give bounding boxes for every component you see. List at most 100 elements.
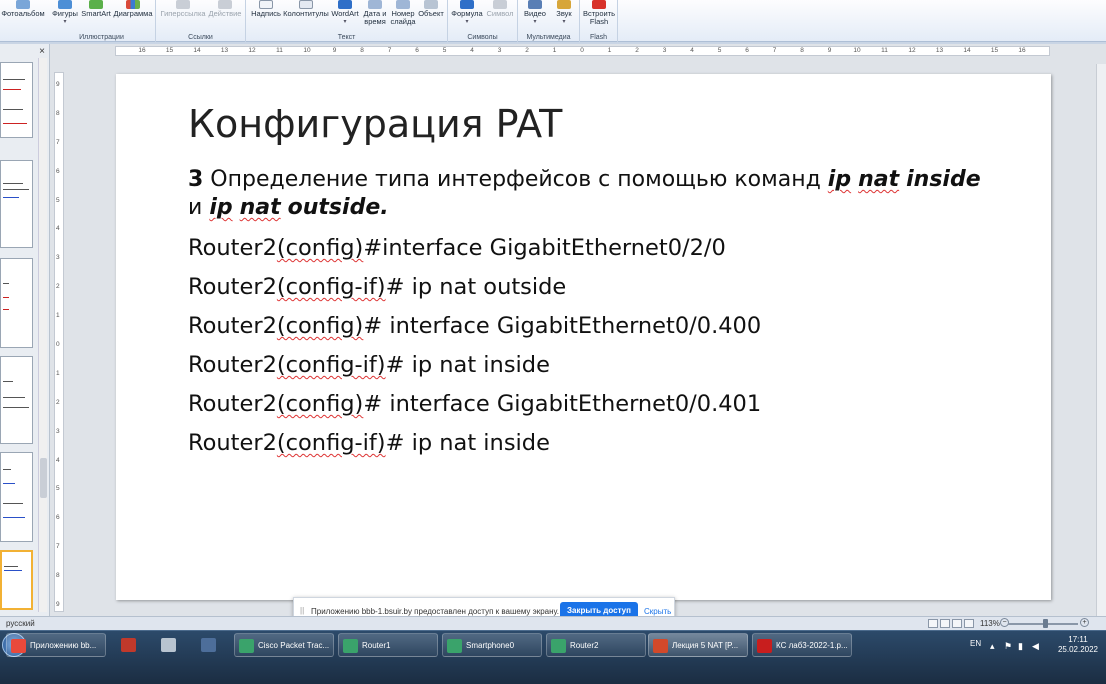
thumbnails-scrollbar[interactable] [38, 58, 47, 612]
pi-icon [460, 0, 474, 9]
vertical-scrollbar[interactable] [1096, 64, 1106, 616]
symbol-button[interactable]: Символ [484, 0, 516, 18]
ruler-tick-label: 5 [442, 47, 447, 54]
ruler-tick-label: 3 [662, 47, 667, 54]
slide-body[interactable]: 3 Определение типа интерфейсов с помощью… [188, 166, 1008, 456]
taskbar-button[interactable]: Приложению bb... [6, 633, 106, 657]
ruler-tick-label: 9 [56, 81, 60, 88]
slide-thumbnail[interactable] [0, 160, 33, 248]
volume-icon[interactable]: ◀ [1032, 641, 1039, 652]
photo-album-button[interactable]: Фотоальбом [0, 0, 46, 18]
ruler-tick-label: 3 [56, 254, 60, 262]
ruler-tick-label: 15 [165, 47, 174, 54]
language-status[interactable]: русский [6, 619, 35, 628]
ruler-tick-label: 7 [56, 138, 60, 146]
action-icon [218, 0, 232, 9]
normal-view-icon[interactable] [928, 619, 938, 628]
input-language[interactable]: EN [970, 639, 981, 648]
taskbar-button[interactable]: Лекция 5 NAT [P... [648, 633, 748, 657]
ruler-tick-label: 8 [56, 572, 60, 580]
ruler-tick-label: 14 [193, 47, 201, 54]
editor-workspace: × 16 15 14 13 12 11 10 9 8 7 6 5 4 3 2 1 0 1 2 3 [0, 44, 1106, 616]
chart-button[interactable]: Диаграмма [112, 0, 154, 18]
audio-button[interactable]: Звук ▾ [550, 0, 578, 26]
keyword-outside: outside. [287, 195, 389, 220]
slide-title[interactable]: Конфигурация PAT [188, 102, 562, 146]
hyperlink-button[interactable]: Гиперссылка [160, 0, 206, 18]
ruler-tick-label: 5 [56, 485, 60, 493]
ruler-tick-label: 10 [853, 47, 861, 54]
slide-thumbnail[interactable] [0, 452, 33, 542]
ruler-tick-label: 10 [303, 47, 311, 54]
drag-handle-icon[interactable]: || [300, 606, 304, 615]
embed-flash-button[interactable]: Встроить Flash [582, 0, 616, 26]
taskbar-button[interactable] [152, 633, 186, 657]
system-tray: EN ▴ ⚑ ▮ ◀ 17:11 25.02.2022 [960, 633, 1106, 659]
calendar-icon [368, 0, 382, 9]
flash-icon [592, 0, 606, 9]
network-icon[interactable]: ▮ [1018, 641, 1023, 652]
show-hidden-icons-icon[interactable]: ▴ [990, 641, 995, 652]
taskbar-button[interactable]: Router1 [338, 633, 438, 657]
clock[interactable]: 17:11 25.02.2022 [1056, 635, 1100, 655]
flag-icon[interactable]: ⚑ [1004, 641, 1012, 652]
slide-thumbnail-selected[interactable] [0, 550, 33, 610]
slide-canvas[interactable]: Конфигурация PAT 3 Определение типа инте… [116, 74, 1051, 600]
zoom-level[interactable]: 113% [980, 619, 1000, 628]
shapes-button[interactable]: Фигуры ▾ [50, 0, 80, 26]
hide-link[interactable]: Скрыть [644, 607, 671, 616]
ruler-tick-label: 14 [963, 47, 971, 54]
chevron-down-icon: ▾ [562, 19, 566, 25]
action-button[interactable]: Действие [206, 0, 244, 18]
equation-button[interactable]: Формула ▾ [450, 0, 484, 26]
ruler-tick-label: 9 [56, 601, 60, 608]
header-footer-icon [299, 0, 313, 9]
chevron-down-icon: ▾ [533, 19, 537, 25]
scrollbar-thumb[interactable] [40, 458, 47, 498]
header-footer-button[interactable]: Колонтитулы [283, 0, 329, 18]
ruler-tick-label: 6 [745, 47, 749, 54]
reading-view-icon[interactable] [952, 619, 962, 628]
slide-sorter-icon[interactable] [940, 619, 950, 628]
command-text: # interface GigabitEthernet0/0.400 [363, 313, 762, 339]
vertical-ruler: 9 8 7 6 5 4 3 2 1 0 1 2 3 4 5 6 7 8 9 [54, 72, 64, 612]
horizontal-ruler: 16 15 14 13 12 11 10 9 8 7 6 5 4 3 2 1 0 1 2 3 4 5 6 7 8 9 10 11 12 1… [115, 46, 1050, 56]
ruler-tick-label: 13 [935, 47, 944, 54]
textbox-button[interactable]: Надпись [249, 0, 283, 18]
command-line: Router2(config-if)# ip nat outside [188, 274, 1008, 300]
smartart-button[interactable]: SmartArt [80, 0, 112, 18]
command-text: # ip nat inside [385, 352, 550, 378]
slide-thumbnail[interactable] [0, 356, 33, 444]
ruler-tick-label: 0 [580, 47, 584, 54]
slide-number-button[interactable]: Номер слайда [389, 0, 417, 26]
slideshow-icon[interactable] [964, 619, 974, 628]
powerpoint-window: Фотоальбом Фигуры ▾ SmartArt Диаграмма И… [0, 0, 1106, 684]
command-text: # ip nat outside [385, 274, 567, 300]
date-time-button[interactable]: Дата и время [361, 0, 389, 26]
zoom-in-button[interactable]: + [1080, 618, 1089, 627]
app-icon [343, 639, 358, 653]
taskbar-button[interactable] [192, 633, 226, 657]
slide-thumbnail[interactable] [0, 258, 33, 348]
config-mode: (config-if) [276, 274, 386, 300]
omega-icon [493, 0, 507, 9]
wordart-button[interactable]: WordArt ▾ [329, 0, 361, 26]
taskbar-button[interactable] [112, 633, 146, 657]
group-label-links: Ссылки [188, 34, 213, 41]
ribbon-group-illustrations: Фигуры ▾ SmartArt Диаграмма Иллюстрации [48, 0, 156, 42]
taskbar-button-label: Router1 [362, 641, 391, 650]
taskbar-button[interactable]: Cisco Packet Trac... [234, 633, 334, 657]
taskbar-button[interactable]: КС лаб3-2022-1.р... [752, 633, 852, 657]
slide-thumbnail[interactable] [0, 62, 33, 138]
ruler-tick-label: 2 [635, 47, 639, 54]
speaker-icon [557, 0, 571, 9]
zoom-slider-handle[interactable] [1043, 619, 1048, 628]
taskbar-button[interactable]: Router2 [546, 633, 646, 657]
close-icon[interactable]: × [37, 46, 47, 57]
taskbar-button-label: Лекция 5 NAT [P... [672, 641, 739, 650]
app-icon [11, 639, 26, 653]
ruler-tick-label: 9 [332, 47, 337, 54]
taskbar-button[interactable]: Smartphone0 [442, 633, 542, 657]
object-button[interactable]: Объект [417, 0, 445, 18]
video-button[interactable]: Видео ▾ [520, 0, 550, 26]
